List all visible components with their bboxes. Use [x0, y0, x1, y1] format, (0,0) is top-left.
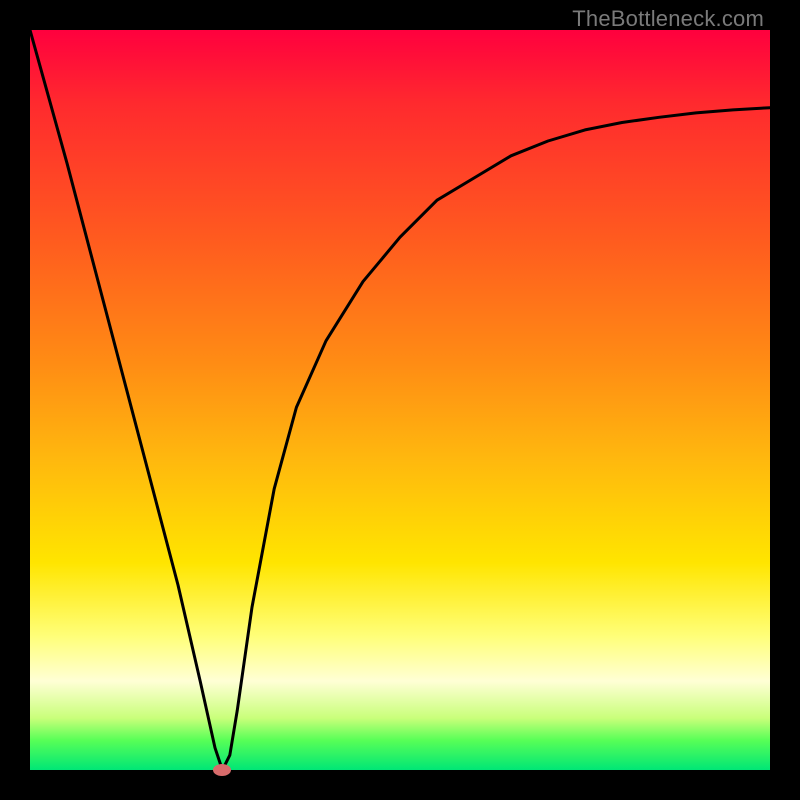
- bottleneck-curve: [30, 30, 770, 770]
- watermark-text: TheBottleneck.com: [572, 6, 764, 32]
- minimum-marker: [213, 764, 231, 776]
- chart-frame: [30, 30, 770, 770]
- curve-path: [30, 30, 770, 770]
